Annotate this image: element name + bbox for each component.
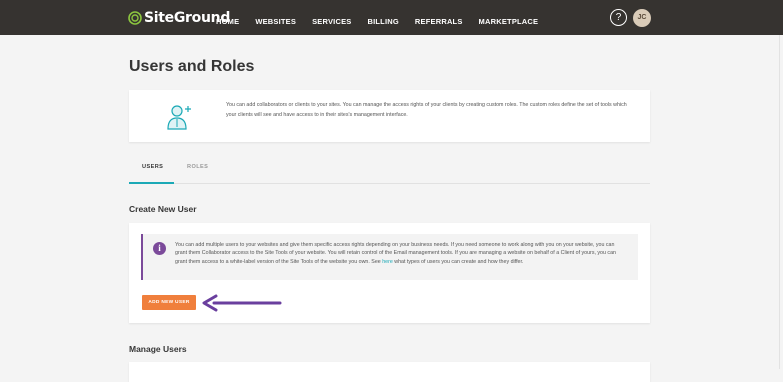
info-notice: i You can add multiple users to your web…	[141, 234, 638, 280]
help-button[interactable]: ?	[610, 9, 627, 26]
main-nav: HOME WEBSITES SERVICES BILLING REFERRALS…	[208, 0, 546, 35]
nav-billing[interactable]: BILLING	[360, 0, 407, 35]
notice-here-link[interactable]: here	[382, 259, 393, 265]
top-navigation-bar: SiteGround HOME WEBSITES SERVICES BILLIN…	[0, 0, 783, 35]
nav-services[interactable]: SERVICES	[304, 0, 359, 35]
add-new-user-button[interactable]: ADD NEW USER	[142, 295, 196, 310]
notice-text-after: what types of users you can create and h…	[392, 258, 524, 265]
nav-referrals[interactable]: REFERRALS	[407, 0, 471, 35]
nav-websites[interactable]: WEBSITES	[247, 0, 304, 35]
active-tab-indicator	[129, 182, 174, 184]
page-title: Users and Roles	[129, 58, 255, 75]
tab-roles[interactable]: ROLES	[187, 164, 208, 170]
nav-home[interactable]: HOME	[208, 0, 247, 35]
manage-users-card	[129, 362, 650, 382]
intro-card: You can add collaborators or clients to …	[129, 90, 650, 142]
nav-marketplace[interactable]: MARKETPLACE	[471, 0, 547, 35]
add-user-icon	[167, 105, 191, 130]
tab-bar: USERS ROLES	[129, 158, 650, 184]
create-user-title: Create New User	[129, 204, 197, 214]
intro-text: You can add collaborators or clients to …	[226, 102, 627, 118]
manage-users-title: Manage Users	[129, 344, 187, 354]
scrollbar-track[interactable]	[779, 35, 780, 369]
info-icon: i	[153, 242, 166, 255]
notice-text: You can add multiple users to your websi…	[175, 241, 627, 266]
user-avatar[interactable]: JC	[633, 9, 651, 27]
arrow-left-icon	[202, 294, 282, 312]
siteground-logo-icon	[128, 11, 142, 25]
tab-users[interactable]: USERS	[142, 164, 163, 170]
